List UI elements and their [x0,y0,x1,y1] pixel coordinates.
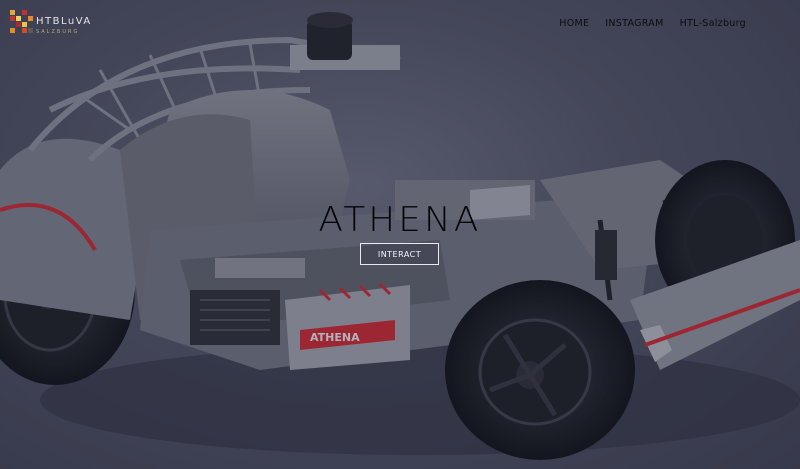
main-nav: HOME INSTAGRAM HTL-Salzburg [559,18,746,29]
nav-htl-salzburg-link[interactable]: HTL-Salzburg [680,18,746,29]
hero-title: ATHENA [318,200,482,240]
nav-instagram-link[interactable]: INSTAGRAM [605,18,663,29]
logo-mark-icon [10,10,33,33]
logo-subtitle: SALZBURG [36,29,80,35]
logo-name: HTBLuVA [36,16,92,27]
nav-home-link[interactable]: HOME [559,18,589,29]
interact-button[interactable]: INTERACT [360,243,439,265]
school-logo[interactable]: HTBLuVA SALZBURG [10,8,92,38]
